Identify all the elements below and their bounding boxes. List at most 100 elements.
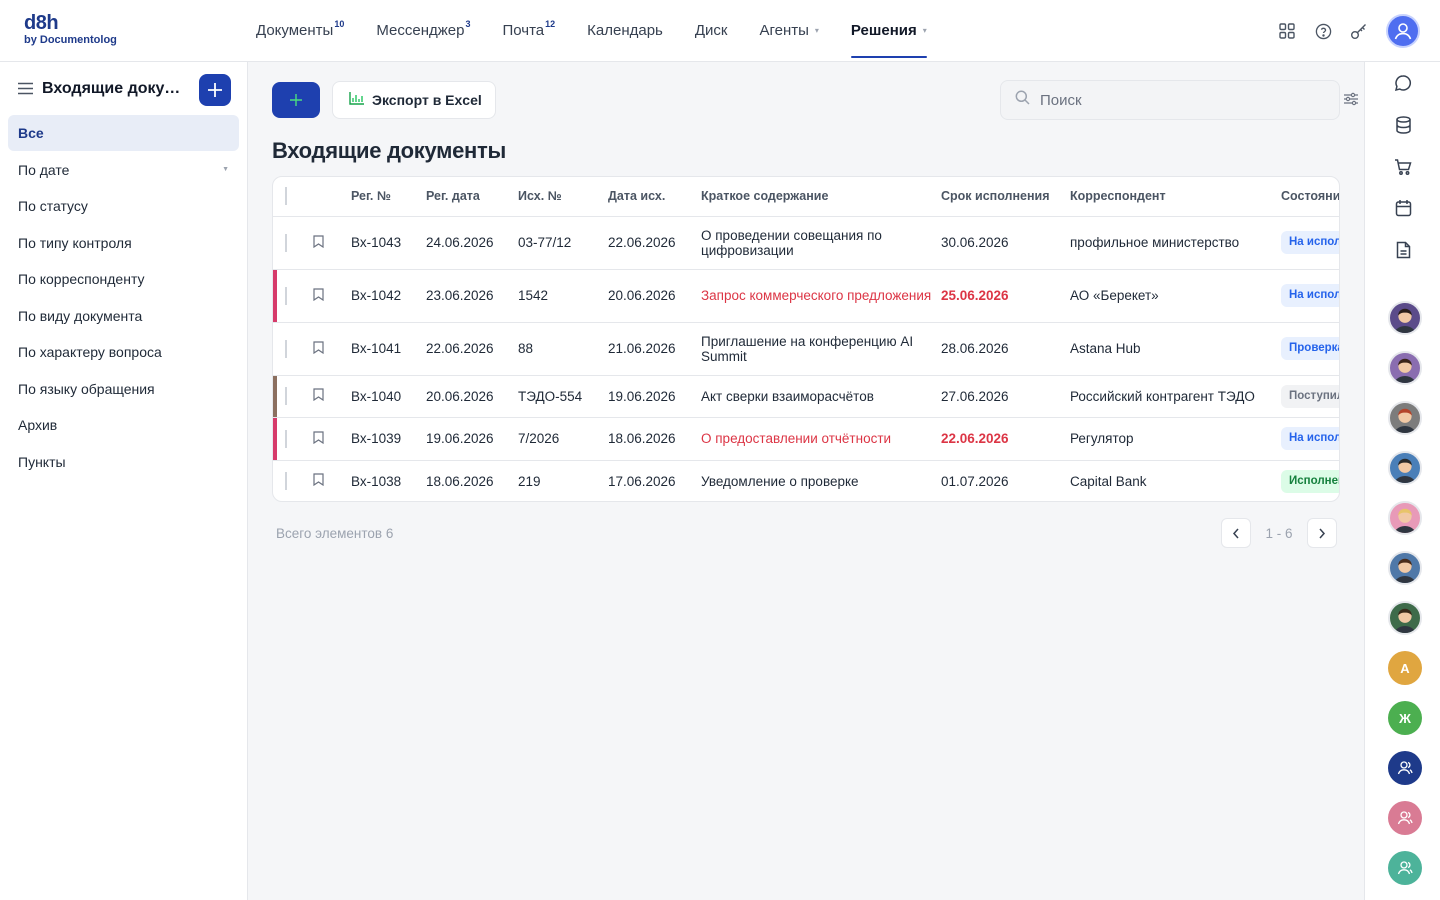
contact-avatar[interactable] [1388, 801, 1422, 835]
summary-cell[interactable]: Приглашение на конференцию AI Summit [701, 322, 941, 376]
sidebar-item[interactable]: Все [8, 115, 239, 151]
reg-no-cell[interactable]: Вх-1040 [351, 375, 426, 418]
bookmark-icon[interactable] [313, 431, 324, 447]
chevron-down-icon: ▾ [814, 25, 819, 35]
contact-avatar[interactable]: Ж [1388, 701, 1422, 735]
bookmark-icon[interactable] [313, 388, 324, 404]
col-header[interactable]: Состояние [1281, 177, 1339, 217]
bookmark-icon[interactable] [313, 473, 324, 489]
col-header[interactable]: Рег. дата [426, 177, 518, 217]
summary-cell[interactable]: О предоставлении отчётности [701, 417, 941, 461]
reg-no-cell[interactable]: Вх-1042 [351, 269, 426, 323]
row-handle-cell [273, 417, 303, 461]
sidebar-add-button[interactable] [199, 74, 231, 106]
summary-cell[interactable]: О проведении совещания по цифровизации [701, 216, 941, 270]
sidebar-item[interactable]: По языку обращения [8, 371, 239, 407]
table-row[interactable]: Вх-1043 24.06.2026 03-77/12 22.06.2026 О про… [273, 216, 1339, 270]
calendar-icon[interactable] [1392, 197, 1414, 219]
sidebar-item[interactable]: По типу контроля [8, 225, 239, 261]
contact-avatar[interactable] [1388, 351, 1422, 385]
drag-handle[interactable] [285, 429, 287, 448]
summary-cell[interactable]: Уведомление о проверке [701, 460, 941, 501]
contact-avatar[interactable] [1388, 501, 1422, 535]
bookmark-icon[interactable] [313, 288, 324, 304]
contact-avatar[interactable] [1388, 451, 1422, 485]
nav-item[interactable]: Документы 10 [256, 0, 344, 62]
sidebar-item[interactable]: По характеру вопроса [8, 334, 239, 370]
create-document-button[interactable] [272, 82, 320, 118]
bookmark-icon[interactable] [313, 235, 324, 251]
drag-handle[interactable] [285, 286, 287, 305]
sidebar-item[interactable]: Пункты [8, 444, 239, 480]
main-nav: Документы 10 Мессенджер 3 Почта 12 Календарь Ди… [256, 0, 959, 62]
contact-avatar[interactable] [1388, 551, 1422, 585]
contact-avatar[interactable] [1388, 751, 1422, 785]
plus-icon [290, 90, 302, 111]
contact-avatar[interactable] [1388, 851, 1422, 885]
user-avatar[interactable] [1386, 14, 1420, 48]
bookmark-cell [303, 216, 351, 270]
priority-marker [273, 269, 277, 322]
document-icon[interactable] [1392, 239, 1414, 261]
col-header[interactable]: Рег. № [351, 177, 426, 217]
row-handle-cell [273, 216, 303, 270]
col-header[interactable]: Корреспондент [1070, 177, 1281, 217]
nav-item-label: Календарь [587, 21, 663, 39]
drag-handle[interactable] [285, 339, 287, 358]
contact-avatar[interactable] [1388, 401, 1422, 435]
sidebar-item[interactable]: По корреспонденту [8, 261, 239, 297]
prev-page-button[interactable] [1221, 518, 1251, 548]
nav-item[interactable]: Мессенджер 3 [376, 0, 470, 62]
summary-cell[interactable]: Акт сверки взаиморасчётов [701, 375, 941, 418]
menu-icon[interactable] [18, 82, 33, 100]
nav-item[interactable]: Агенты ▾ [759, 0, 818, 62]
sidebar-item-label: Архив [18, 417, 58, 433]
sidebar-item[interactable]: Архив [8, 407, 239, 443]
sidebar-item[interactable]: По дате ▼ [8, 152, 239, 188]
chat-icon[interactable] [1392, 72, 1414, 94]
col-header[interactable]: Исх. № [518, 177, 608, 217]
help-icon[interactable] [1314, 22, 1332, 40]
reg-no-cell[interactable]: Вх-1039 [351, 417, 426, 461]
next-page-button[interactable] [1307, 518, 1337, 548]
summary-cell[interactable]: Запрос коммерческого предложения [701, 269, 941, 323]
table-row[interactable]: Вх-1042 23.06.2026 1542 20.06.2026 Запрос ко… [273, 269, 1339, 323]
search-box[interactable] [1000, 80, 1340, 120]
col-header[interactable]: Краткое содержание [701, 177, 941, 217]
col-header[interactable]: Дата исх. [608, 177, 701, 217]
table-row[interactable]: Вх-1040 20.06.2026 ТЭДО-554 19.06.2026 Акт с… [273, 375, 1339, 418]
contact-avatar[interactable]: А [1388, 651, 1422, 685]
drag-handle[interactable] [285, 387, 287, 405]
search-input[interactable] [1040, 91, 1320, 109]
user-icon [1397, 861, 1413, 875]
cart-icon[interactable] [1392, 156, 1414, 178]
contact-avatar[interactable] [1388, 601, 1422, 635]
app-logo[interactable]: d8h by Documentolog [24, 12, 117, 47]
chevron-down-icon[interactable]: ▼ [222, 166, 229, 173]
table-row[interactable]: Вх-1038 18.06.2026 219 17.06.2026 Уведомлени… [273, 460, 1339, 501]
export-excel-button[interactable]: Экспорт в Excel [332, 81, 496, 119]
contact-avatar[interactable] [1388, 301, 1422, 335]
database-icon[interactable] [1392, 114, 1414, 136]
nav-item[interactable]: Календарь [587, 0, 663, 62]
drag-handle[interactable] [285, 233, 287, 252]
key-icon[interactable] [1350, 22, 1368, 40]
sidebar-item-label: По языку обращения [18, 380, 155, 397]
drag-handle[interactable] [285, 472, 287, 491]
page-title: Входящие документы [272, 138, 506, 163]
table-row[interactable]: Вх-1039 19.06.2026 7/2026 18.06.2026 О предо… [273, 417, 1339, 461]
col-header[interactable]: Срок исполнения [941, 177, 1070, 217]
reg-no-cell[interactable]: Вх-1041 [351, 322, 426, 376]
reg-no-cell[interactable]: Вх-1043 [351, 216, 426, 270]
bookmark-icon[interactable] [313, 341, 324, 357]
reg-no-cell[interactable]: Вх-1038 [351, 460, 426, 501]
nav-item[interactable]: Почта 12 [502, 0, 555, 62]
filter-settings-icon[interactable] [1344, 92, 1358, 111]
nav-item[interactable]: Диск [695, 0, 728, 62]
nav-item[interactable]: Решения ▾ [850, 0, 927, 62]
sidebar-item[interactable]: По виду документа [8, 298, 239, 334]
table-row[interactable]: Вх-1041 22.06.2026 88 21.06.2026 Приглашение… [273, 322, 1339, 376]
apps-grid-icon[interactable] [1278, 22, 1296, 40]
sidebar-item-label: По типу контроля [18, 234, 132, 251]
sidebar-item[interactable]: По статусу [8, 188, 239, 224]
